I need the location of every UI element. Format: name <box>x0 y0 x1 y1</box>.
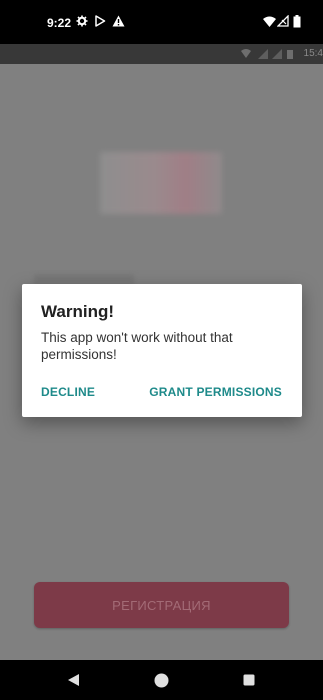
home-icon[interactable] <box>151 670 171 690</box>
wifi-icon <box>262 14 276 28</box>
battery-icon <box>287 49 297 59</box>
back-icon[interactable] <box>63 670 83 690</box>
recents-icon[interactable] <box>239 670 259 690</box>
register-button: РЕГИСТРАЦИЯ <box>34 582 289 628</box>
grant-permissions-button[interactable]: GRANT PERMISSIONS <box>149 385 282 399</box>
screen: 9:22 15:4 РЕГИСТРАЦИЯ Warning! This app … <box>0 0 323 700</box>
navigation-bar <box>0 660 323 700</box>
play-store-icon <box>93 14 107 28</box>
dialog-message: This app won't work without that permiss… <box>41 330 233 362</box>
status-time: 9:22 <box>47 16 72 30</box>
battery-icon <box>290 14 304 28</box>
permission-warning-dialog: Warning! This app won't work without tha… <box>22 284 302 417</box>
decline-button[interactable]: DECLINE <box>41 385 95 399</box>
signal-icon <box>258 49 268 59</box>
gear-icon <box>75 14 89 28</box>
signal-icon <box>276 14 290 28</box>
inner-status-bar: 15:4 <box>0 44 323 64</box>
status-bar: 9:22 <box>0 0 323 44</box>
wifi-icon <box>241 49 251 59</box>
inner-status-time: 15:4 <box>303 48 323 59</box>
signal-icon <box>272 49 282 59</box>
warning-icon <box>111 14 125 28</box>
dialog-title: Warning! <box>41 302 115 321</box>
app-logo <box>100 152 222 214</box>
